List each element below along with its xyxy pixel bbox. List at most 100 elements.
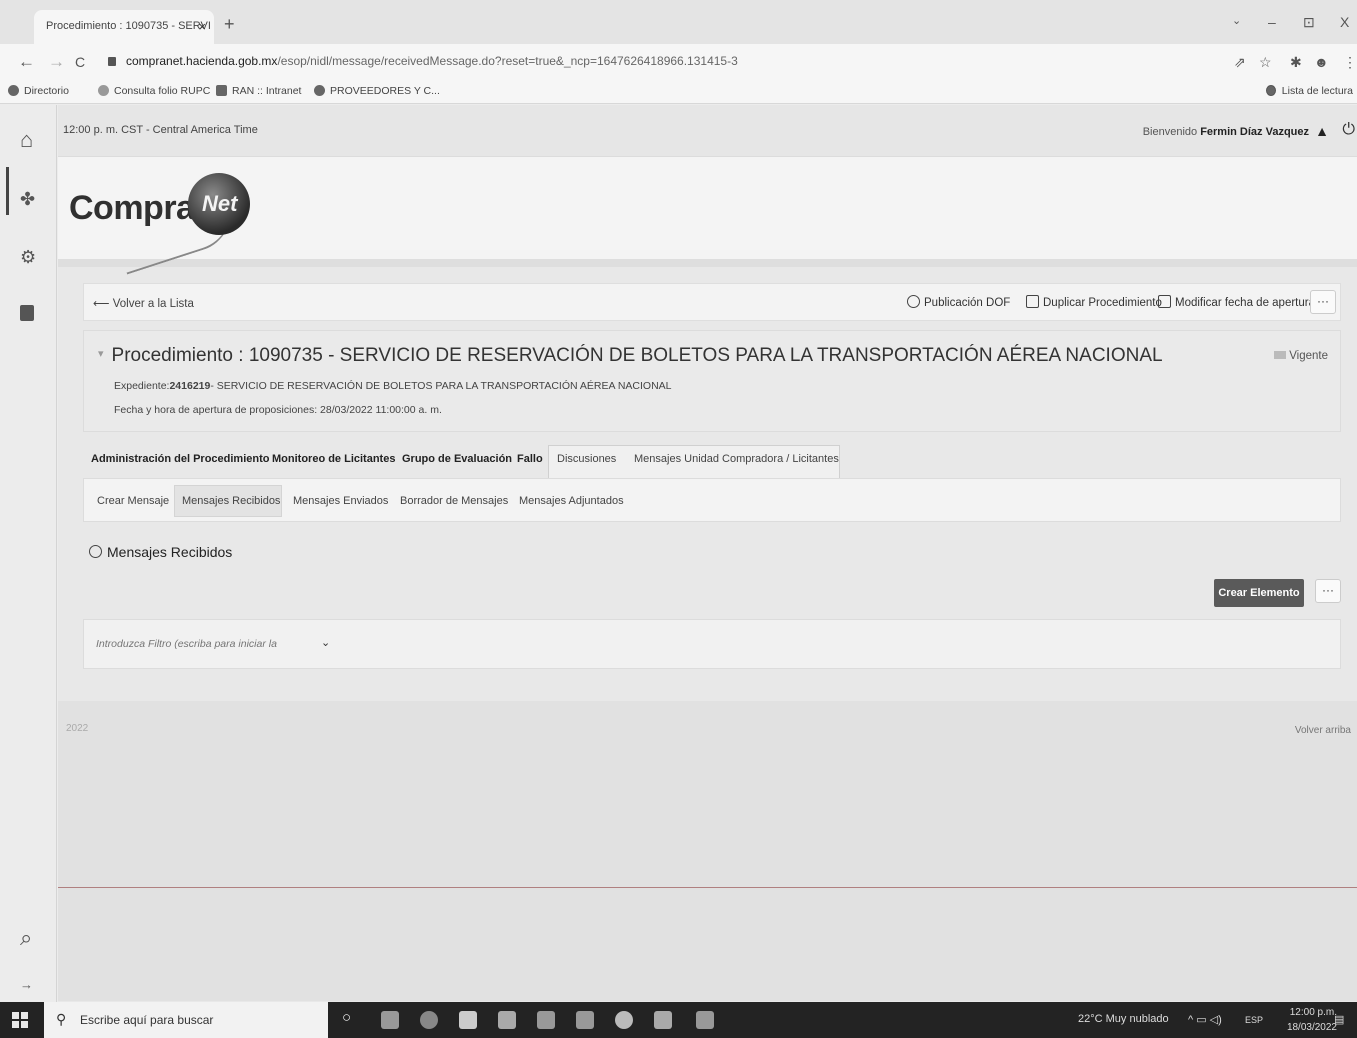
star-icon[interactable]: ☆ <box>1259 54 1272 71</box>
welcome-text: Bienvenido Fermin Díaz Vazquez <box>1142 126 1309 138</box>
close-window-icon[interactable]: X <box>1340 14 1349 30</box>
taskbar-search-placeholder: Escribe aquí para buscar <box>80 1013 214 1027</box>
back-to-top-link[interactable]: Volver arriba <box>1295 725 1351 736</box>
user-icon[interactable]: ▲ <box>1315 123 1329 139</box>
main-tabs: Administración del Procedimiento Monitor… <box>83 445 1341 479</box>
collapse-chevron-icon[interactable]: ▾ <box>98 348 104 360</box>
page: 12:00 p. m. CST - Central America Time B… <box>58 105 1357 1002</box>
edit-icon <box>1158 295 1171 308</box>
tab-administracion[interactable]: Administración del Procedimiento <box>91 453 269 465</box>
more-actions-button[interactable]: ··· <box>1310 290 1336 314</box>
taskbar-search[interactable]: ⚲ Escribe aquí para buscar <box>44 1002 328 1038</box>
explorer-icon[interactable] <box>696 1011 714 1029</box>
procedure-header: ▾ Procedimiento : 1090735 - SERVICIO DE R… <box>83 330 1341 432</box>
new-tab-button[interactable]: + <box>224 14 235 35</box>
restore-icon[interactable]: ⊡ <box>1303 14 1315 31</box>
clock-date: 18/03/2022 <box>1286 1022 1337 1033</box>
bookmark-directorio[interactable]: Directorio <box>8 85 69 97</box>
current-time: 12:00 p. m. CST - Central America Time <box>63 124 258 136</box>
language-indicator[interactable]: ESP <box>1245 1015 1263 1025</box>
extension-icon[interactable]: ✱ <box>1290 54 1302 71</box>
status-icon <box>1274 351 1287 359</box>
action-bar: ⟵ Volver a la Lista Publicación DOF Dupl… <box>83 283 1341 321</box>
target-icon <box>89 545 102 558</box>
publicacion-dof-button[interactable]: Publicación DOF <box>907 295 1010 309</box>
modificar-fecha-button[interactable]: Modificar fecha de apertura <box>1158 295 1315 309</box>
publish-icon <box>907 295 920 308</box>
tab-search-icon[interactable]: ⌄ <box>1232 14 1241 27</box>
search-icon[interactable]: ⌕ <box>20 925 32 951</box>
tab-grupo-evaluacion[interactable]: Grupo de Evaluación <box>402 453 512 465</box>
app-icon[interactable] <box>654 1011 672 1029</box>
duplicate-icon <box>1026 295 1039 308</box>
crear-elemento-button[interactable]: Crear Elemento <box>1214 579 1304 607</box>
top-info-bar: 12:00 p. m. CST - Central America Time B… <box>58 105 1357 157</box>
expand-sidebar-icon[interactable]: → <box>20 977 33 992</box>
logo-compra: Compra <box>69 189 195 227</box>
back-icon[interactable]: ← <box>18 52 35 72</box>
word-icon[interactable] <box>576 1011 594 1029</box>
user-name: Fermin Díaz Vazquez <box>1200 126 1309 138</box>
procedure-title: ▾ Procedimiento : 1090735 - SERVICIO DE R… <box>98 345 1163 366</box>
bookmarks-bar: Directorio Consulta folio RUPC RAN :: In… <box>0 80 1357 104</box>
tab-fallo[interactable]: Fallo <box>517 453 543 465</box>
divider-line <box>58 887 1357 888</box>
bookmark-icon <box>216 85 227 96</box>
bookmark-proveedores[interactable]: PROVEEDORES Y C... <box>314 85 440 97</box>
subtab-borrador[interactable]: Borrador de Mensajes <box>400 495 508 507</box>
tab-discusiones[interactable]: Discusiones <box>557 453 616 465</box>
excel-icon[interactable] <box>537 1011 555 1029</box>
globe-icon <box>8 85 19 96</box>
weather-widget[interactable]: 22°C Muy nublado <box>1078 1013 1169 1025</box>
share-icon[interactable]: ⇗ <box>1234 54 1246 71</box>
power-icon[interactable]: ⏻ <box>1342 121 1355 139</box>
app-sidebar: ⌂ ✤ ⚙ ⌕ → <box>0 105 57 1002</box>
duplicar-button[interactable]: Duplicar Procedimiento <box>1026 295 1162 309</box>
logo-net: Net <box>202 191 238 216</box>
section-more-button[interactable]: ··· <box>1315 579 1341 603</box>
url-field[interactable]: compranet.hacienda.gob.mx/esop/nidl/mess… <box>100 50 1240 74</box>
home-icon[interactable]: ⌂ <box>20 127 33 153</box>
status-badge: Vigente <box>1274 350 1328 362</box>
reading-list[interactable]: Lista de lectura <box>1265 85 1353 97</box>
reload-icon[interactable]: C <box>75 54 85 70</box>
store-icon[interactable] <box>459 1011 477 1029</box>
chevron-down-icon[interactable]: ⌄ <box>321 636 330 649</box>
tab-mensajes-unidad[interactable]: Mensajes Unidad Compradora / Licitantes <box>634 453 839 465</box>
back-to-list-button[interactable]: ⟵ Volver a la Lista <box>93 296 194 310</box>
menu-icon[interactable]: ⋮ <box>1343 54 1357 71</box>
minimize-icon[interactable]: – <box>1268 14 1276 30</box>
outlook-icon[interactable] <box>498 1011 516 1029</box>
tray-icons[interactable]: ^ ▭ ◁) <box>1188 1013 1222 1026</box>
browser-tab[interactable]: Procedimiento : 1090735 - SERVI × <box>34 10 214 44</box>
footer-band <box>58 701 1357 1001</box>
clock[interactable]: 12:00 p.m. 18/03/2022 <box>1287 1005 1337 1035</box>
chrome-icon[interactable] <box>615 1011 633 1029</box>
bookmark-icon <box>98 85 109 96</box>
cortana-icon[interactable]: ○ <box>342 1009 360 1027</box>
notification-icon[interactable]: ▤ <box>1334 1013 1344 1026</box>
close-tab-icon[interactable]: × <box>198 19 206 34</box>
bookmark-rupc[interactable]: Consulta folio RUPC <box>98 85 210 97</box>
profile-icon[interactable]: ☻ <box>1314 54 1329 70</box>
procedures-icon[interactable]: ✤ <box>20 189 35 210</box>
task-view-icon[interactable] <box>381 1011 399 1029</box>
bookmark-ran[interactable]: RAN :: Intranet <box>216 85 301 97</box>
edge-icon[interactable] <box>420 1011 438 1029</box>
globe-icon <box>314 85 325 96</box>
filter-input[interactable] <box>92 630 337 658</box>
sub-tabs: Crear Mensaje Mensajes Recibidos Mensaje… <box>83 478 1341 522</box>
tab-monitoreo[interactable]: Monitoreo de Licitantes <box>272 453 395 465</box>
subtab-mensajes-enviados[interactable]: Mensajes Enviados <box>293 495 388 507</box>
forward-icon[interactable]: → <box>48 52 65 72</box>
subtab-mensajes-recibidos[interactable]: Mensajes Recibidos <box>182 495 280 507</box>
address-bar: ← → C compranet.hacienda.gob.mx/esop/nid… <box>0 44 1357 80</box>
url-path: /esop/nidl/message/receivedMessage.do?re… <box>277 54 738 68</box>
users-icon[interactable]: ⚙ <box>20 247 36 268</box>
documents-icon[interactable] <box>20 305 34 321</box>
sidebar-active-indicator <box>6 167 9 215</box>
subtab-adjuntados[interactable]: Mensajes Adjuntados <box>519 495 624 507</box>
subtab-crear-mensaje[interactable]: Crear Mensaje <box>97 495 169 507</box>
filter-row: ⌄ <box>83 619 1341 669</box>
windows-start-icon[interactable] <box>12 1012 28 1028</box>
